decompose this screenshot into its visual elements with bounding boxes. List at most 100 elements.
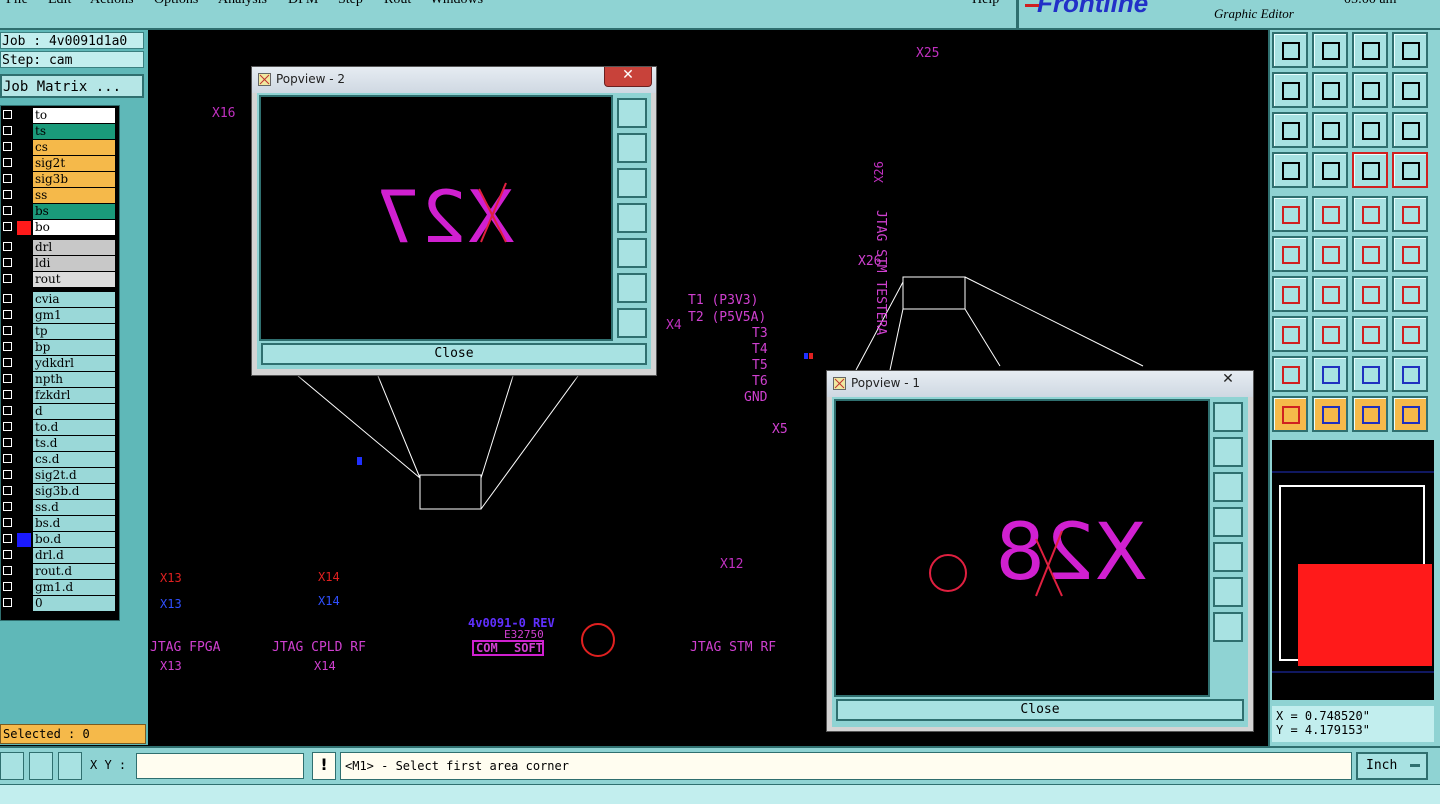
- layer-checkbox[interactable]: [3, 518, 12, 527]
- layer-checkbox[interactable]: [3, 242, 12, 251]
- layer-row[interactable]: ldi: [1, 256, 117, 271]
- layer-row[interactable]: sig3b: [1, 172, 117, 187]
- menu-edit[interactable]: Edit: [48, 0, 71, 8]
- snap-icon[interactable]: [0, 752, 24, 780]
- layer-checkbox[interactable]: [3, 374, 12, 383]
- layer-checkbox[interactable]: [3, 110, 12, 119]
- layer-row[interactable]: drl: [1, 240, 117, 255]
- layer-checkbox[interactable]: [3, 310, 12, 319]
- popview-1-close-icon[interactable]: ✕: [1205, 371, 1251, 390]
- arch-blue-icon[interactable]: [1352, 356, 1388, 392]
- layer-row[interactable]: d: [1, 404, 117, 419]
- pan-up-icon[interactable]: [1213, 437, 1243, 467]
- cross-icon[interactable]: [1312, 236, 1348, 272]
- layer-row[interactable]: bo: [1, 220, 117, 235]
- pan-right-icon[interactable]: [1213, 542, 1243, 572]
- pan-up-icon[interactable]: [1272, 32, 1308, 68]
- pad-add-icon[interactable]: [1272, 316, 1308, 352]
- layer-row[interactable]: gm1: [1, 308, 117, 323]
- layer-row[interactable]: sig2t: [1, 156, 117, 171]
- layer-row[interactable]: cvia: [1, 292, 117, 307]
- layer-checkbox[interactable]: [3, 598, 12, 607]
- popview-2-view[interactable]: X27: [259, 95, 613, 341]
- pan-left-icon[interactable]: [1272, 72, 1308, 108]
- layer-row[interactable]: fzkdrl: [1, 388, 117, 403]
- layer-checkbox[interactable]: [3, 470, 12, 479]
- arch-red-icon[interactable]: [1312, 356, 1348, 392]
- scale-1-2-icon[interactable]: [1352, 112, 1388, 148]
- layer-checkbox[interactable]: [3, 422, 12, 431]
- minimap[interactable]: [1272, 440, 1434, 700]
- layer-checkbox[interactable]: [3, 406, 12, 415]
- popview-2-close-icon[interactable]: ✕: [604, 67, 652, 87]
- menu-step[interactable]: Step: [338, 0, 363, 8]
- layer-checkbox[interactable]: [3, 582, 12, 591]
- zoom-extents-icon[interactable]: [1312, 112, 1348, 148]
- layer-row[interactable]: tp: [1, 324, 117, 339]
- popview-1-titlebar[interactable]: Popview - 1: [827, 371, 1253, 397]
- line-icon[interactable]: [1312, 276, 1348, 312]
- layer-checkbox[interactable]: [3, 206, 12, 215]
- triangle-red-icon[interactable]: [1272, 356, 1308, 392]
- layer-checkbox[interactable]: [3, 274, 12, 283]
- help-icon[interactable]: [1392, 112, 1428, 148]
- layer-checkbox[interactable]: [3, 390, 12, 399]
- layer-row[interactable]: ss: [1, 188, 117, 203]
- layer-row[interactable]: gm1.d: [1, 580, 117, 595]
- move-line-red-icon[interactable]: [1392, 236, 1428, 272]
- menu-rout[interactable]: Rout: [384, 0, 411, 8]
- resize-icon[interactable]: [1352, 316, 1388, 352]
- route-icon[interactable]: [1272, 236, 1308, 272]
- layer-checkbox[interactable]: [3, 222, 12, 231]
- zoom-window-icon[interactable]: [617, 98, 647, 128]
- pan-right-icon[interactable]: [1312, 72, 1348, 108]
- line-delete-icon[interactable]: [1312, 316, 1348, 352]
- alert-icon[interactable]: !: [312, 752, 336, 780]
- popview-2-close-button[interactable]: Close: [261, 343, 647, 365]
- pointer-icon[interactable]: [1272, 396, 1308, 432]
- rotate-icon[interactable]: [1352, 276, 1388, 312]
- layer-checkbox[interactable]: [3, 502, 12, 511]
- layer-checkbox[interactable]: [3, 142, 12, 151]
- measure-icon[interactable]: [29, 752, 53, 780]
- layer-row[interactable]: npth: [1, 372, 117, 387]
- layer-row[interactable]: rout: [1, 272, 117, 287]
- zoom-fit-icon[interactable]: [1272, 112, 1308, 148]
- pan-right-icon[interactable]: [617, 238, 647, 268]
- layer-row[interactable]: bs.d: [1, 516, 117, 531]
- menu-windows[interactable]: Windows: [430, 0, 483, 8]
- zoom-home-icon[interactable]: [1213, 577, 1243, 607]
- pointer-select-icon[interactable]: [1352, 396, 1388, 432]
- layer-checkbox[interactable]: [3, 258, 12, 267]
- popview-1-close-button[interactable]: Close: [836, 699, 1244, 721]
- grid-icon[interactable]: [58, 752, 82, 780]
- pan-down-icon[interactable]: [617, 168, 647, 198]
- layer-row[interactable]: to.d: [1, 420, 117, 435]
- mirror-icon[interactable]: [1392, 276, 1428, 312]
- zoom-toggle-icon[interactable]: [1352, 72, 1388, 108]
- layer-compare-red-icon[interactable]: [1392, 152, 1428, 188]
- unit-select[interactable]: Inch: [1356, 752, 1428, 780]
- layer-checkbox[interactable]: [3, 294, 12, 303]
- pan-up-icon[interactable]: [617, 133, 647, 163]
- snap-pad-icon[interactable]: [1392, 196, 1428, 232]
- angle-icon[interactable]: [1272, 276, 1308, 312]
- layer-row[interactable]: ts.d: [1, 436, 117, 451]
- layer-row[interactable]: bo.d: [1, 532, 117, 547]
- layer-checkbox[interactable]: [3, 126, 12, 135]
- home-icon[interactable]: [1352, 32, 1388, 68]
- layer-checkbox[interactable]: [3, 326, 12, 335]
- zoom-fit-icon[interactable]: [1213, 612, 1243, 642]
- job-matrix-button[interactable]: Job Matrix ...: [0, 74, 144, 98]
- pan-down-icon[interactable]: [1213, 472, 1243, 502]
- layer-row[interactable]: ts: [1, 124, 117, 139]
- layer-row[interactable]: drl.d: [1, 548, 117, 563]
- zoom-fit-icon[interactable]: [617, 308, 647, 338]
- layer-row[interactable]: ss.d: [1, 500, 117, 515]
- ruler-icon[interactable]: [1352, 196, 1388, 232]
- window-split-icon[interactable]: [1392, 32, 1428, 68]
- layer-checkbox[interactable]: [3, 454, 12, 463]
- menu-actions[interactable]: Actions: [90, 0, 134, 8]
- layer-checkbox[interactable]: [3, 158, 12, 167]
- layer-row[interactable]: sig3b.d: [1, 484, 117, 499]
